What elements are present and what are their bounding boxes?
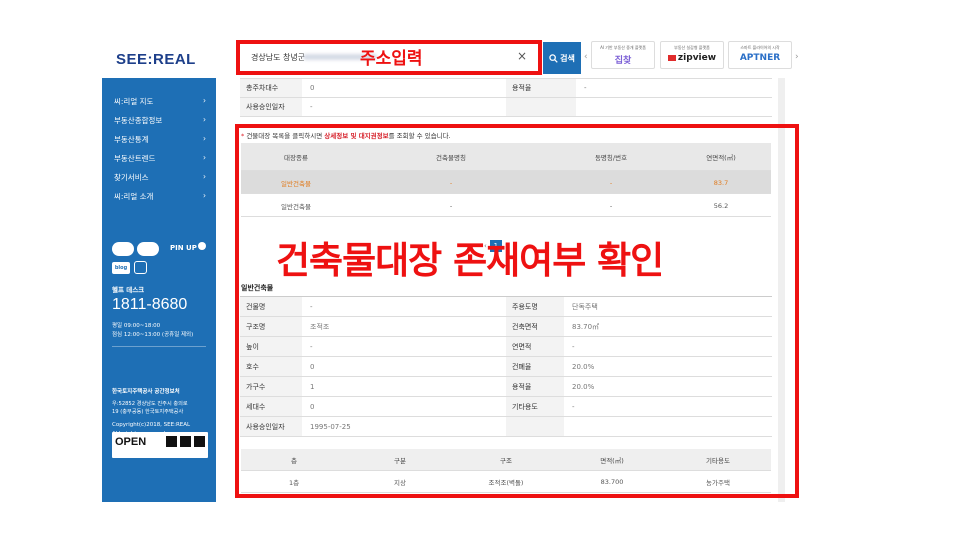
banner-brand: zipview bbox=[661, 53, 723, 63]
chevron-right-icon: › bbox=[203, 172, 206, 181]
banner-next-icon[interactable]: › bbox=[795, 52, 799, 62]
banner-zipchat[interactable]: AI 기반 부동산 중개 플랫폼 집찾 bbox=[591, 41, 655, 69]
banner-caption: AI 기반 부동산 중개 플랫폼 bbox=[600, 45, 646, 50]
pin-icon bbox=[198, 242, 206, 250]
certification-badge-icon bbox=[137, 242, 159, 256]
screenshot-stage: SEE:REAL 경상남도 창녕군 × 검색 ‹ AI 기반 부동산 중개 플랫… bbox=[0, 0, 960, 540]
helpdesk-phone: 1811-8680 bbox=[112, 296, 188, 313]
sidebar-item-find-service[interactable]: 찾기서비스 › bbox=[114, 172, 206, 183]
table-label: 용적율 bbox=[506, 79, 576, 98]
search-button-label: 검색 bbox=[560, 53, 575, 63]
chevron-right-icon: › bbox=[203, 191, 206, 200]
annotation-box-register bbox=[235, 124, 799, 498]
annotation-label-address: 주소입력 bbox=[360, 49, 423, 69]
banner-zipview[interactable]: 부동산 실감형 플랫폼 zipview bbox=[660, 41, 724, 69]
youtube-icon bbox=[667, 54, 676, 61]
sidebar-item-realestate-info[interactable]: 부동산종합정보 › bbox=[114, 115, 206, 126]
sidebar-item-trends[interactable]: 부동산트렌드 › bbox=[114, 153, 206, 164]
open-label: OPEN bbox=[115, 436, 147, 448]
sidebar-item-about[interactable]: 씨:리얼 소개 › bbox=[114, 191, 206, 202]
banner-prev-icon[interactable]: ‹ bbox=[584, 52, 588, 62]
search-icon bbox=[549, 53, 558, 63]
annotation-label-register: 건축물대장 존재여부 확인 bbox=[276, 239, 664, 282]
table-label bbox=[506, 98, 576, 117]
table-label: 사용승인일자 bbox=[240, 98, 302, 117]
table-value: - bbox=[302, 98, 506, 117]
blog-link[interactable]: blog bbox=[112, 262, 130, 274]
license-nc-icon bbox=[180, 436, 191, 447]
banner-caption: 스마트 플라이어의 시작 bbox=[740, 45, 780, 50]
table-label: 총주차대수 bbox=[240, 79, 302, 98]
table-value: 0 bbox=[302, 79, 506, 98]
banner-brand: APTNER bbox=[739, 53, 781, 63]
org-name: 한국토지주택공사 공간정보처 bbox=[112, 389, 180, 395]
copyright-line1: Copyright(c)2018, SEE:REAL bbox=[112, 422, 191, 428]
helpdesk-hours-weekday: 평일 09:00~18:00 bbox=[112, 323, 161, 329]
license-by-icon bbox=[166, 436, 177, 447]
chevron-right-icon: › bbox=[203, 96, 206, 105]
instagram-icon[interactable] bbox=[134, 261, 147, 274]
sidebar: 씨:리얼 지도 › 부동산종합정보 › 부동산통계 › 부동산트렌드 › 찾기서비스 › … bbox=[102, 78, 216, 502]
search-button[interactable]: 검색 bbox=[543, 42, 581, 74]
logo[interactable]: SEE:REAL bbox=[116, 51, 196, 68]
award-badge-icon bbox=[112, 242, 134, 256]
sidebar-item-statistics[interactable]: 부동산통계 › bbox=[114, 134, 206, 145]
banner-brand: 집찾 bbox=[614, 56, 632, 66]
sidebar-divider bbox=[112, 346, 206, 347]
org-address-line1: 우:52852 경상남도 진주시 충의로 bbox=[112, 401, 188, 407]
banner-aptner[interactable]: 스마트 플라이어의 시작 APTNER bbox=[728, 41, 792, 69]
banner-caption: 부동산 실감형 플랫폼 bbox=[674, 45, 710, 50]
table-value: - bbox=[576, 79, 772, 98]
chevron-right-icon: › bbox=[203, 115, 206, 124]
table-value bbox=[576, 98, 772, 117]
helpdesk-title: 헬프 데스크 bbox=[112, 286, 145, 294]
sidebar-item-seereal-map[interactable]: 씨:리얼 지도 › bbox=[114, 96, 206, 107]
chevron-right-icon: › bbox=[203, 153, 206, 162]
license-nd-icon bbox=[194, 436, 205, 447]
copyright-line2: ALL rights reserved. bbox=[112, 431, 168, 437]
org-address-line2: 19 (충무공동) 한국토지주택공사 bbox=[112, 409, 184, 415]
building-summary-table: 총주차대수 0 용적율 - 사용승인일자 - bbox=[240, 78, 772, 117]
pinup-badge[interactable]: PIN UP bbox=[170, 244, 197, 252]
helpdesk-hours-lunch: 점심 12:00~13:00 (공휴일 제외) bbox=[112, 332, 194, 338]
chevron-right-icon: › bbox=[203, 134, 206, 143]
